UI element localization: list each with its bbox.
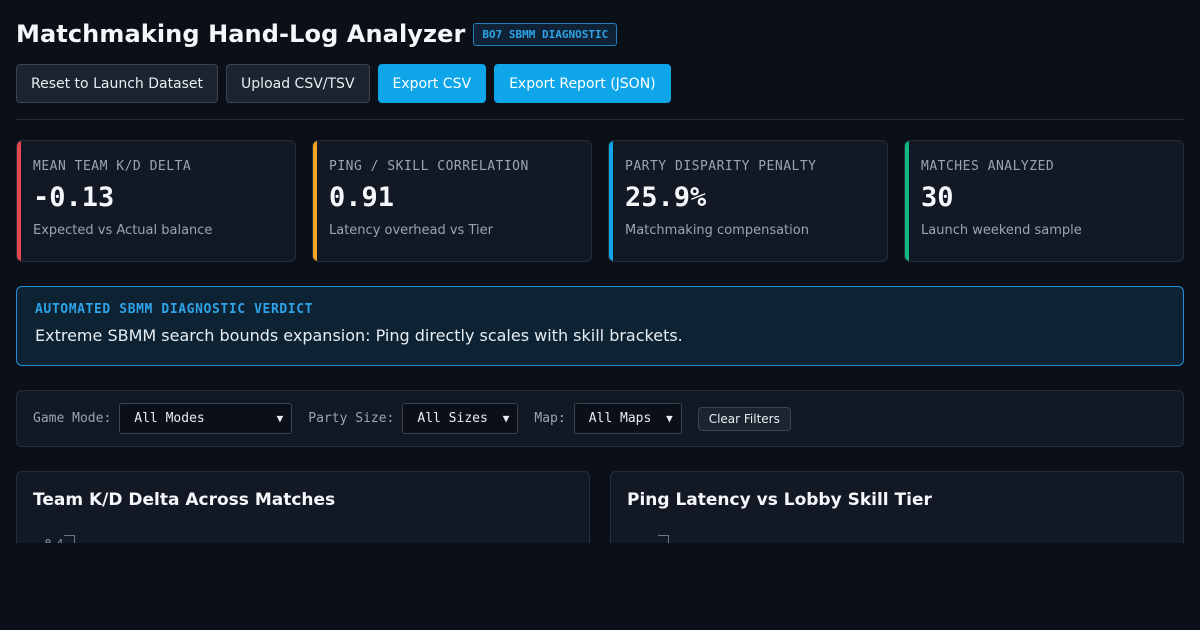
- stat-card-kd-delta: MEAN TEAM K/D DELTA -0.13 Expected vs Ac…: [16, 140, 296, 262]
- stat-cards: MEAN TEAM K/D DELTA -0.13 Expected vs Ac…: [16, 140, 1184, 262]
- upload-csv-button[interactable]: Upload CSV/TSV: [226, 64, 370, 103]
- stat-accent-bar: [17, 141, 21, 261]
- verdict-title: AUTOMATED SBMM DIAGNOSTIC VERDICT: [35, 302, 314, 317]
- stat-accent-bar: [905, 141, 909, 261]
- header-divider: [16, 119, 1184, 120]
- party-size-value: All Sizes: [417, 411, 488, 426]
- map-value: All Maps: [588, 411, 652, 426]
- party-size-label: Party Size:: [308, 411, 395, 426]
- toolbar: Reset to Launch Dataset Upload CSV/TSV E…: [16, 64, 671, 103]
- game-mode-value: All Modes: [134, 411, 205, 426]
- stat-value: -0.13: [33, 182, 115, 213]
- clear-filters-button[interactable]: Clear Filters: [697, 406, 791, 431]
- stat-card-ping-skill: PING / SKILL CORRELATION 0.91 Latency ov…: [312, 140, 592, 262]
- stat-label: PARTY DISPARITY PENALTY: [625, 159, 817, 174]
- stat-value: 25.9%: [625, 182, 707, 213]
- page-header: Matchmaking Hand-Log Analyzer BO7 SBMM D…: [16, 16, 618, 52]
- stat-label: MATCHES ANALYZED: [921, 159, 1055, 174]
- game-mode-label: Game Mode:: [33, 411, 112, 426]
- export-report-button[interactable]: Export Report (JSON): [494, 64, 671, 103]
- chevron-down-icon: ▼: [666, 412, 673, 425]
- stat-subtitle: Expected vs Actual balance: [33, 223, 213, 238]
- export-csv-button[interactable]: Export CSV: [377, 64, 487, 103]
- map-label: Map:: [534, 411, 566, 426]
- stat-accent-bar: [609, 141, 613, 261]
- game-mode-select[interactable]: All Modes ▼: [119, 403, 293, 434]
- kd-delta-chart-title: Team K/D Delta Across Matches: [33, 490, 336, 510]
- stat-value: 30: [921, 182, 954, 213]
- map-select[interactable]: All Maps ▼: [573, 403, 682, 434]
- viewport-cutoff: [0, 543, 1200, 630]
- party-size-select[interactable]: All Sizes ▼: [402, 403, 519, 434]
- chevron-down-icon: ▼: [276, 412, 284, 425]
- page-title: Matchmaking Hand-Log Analyzer: [16, 20, 466, 48]
- verdict-text: Extreme SBMM search bounds expansion: Pi…: [35, 326, 683, 345]
- stat-accent-bar: [313, 141, 317, 261]
- diagnostic-verdict: AUTOMATED SBMM DIAGNOSTIC VERDICT Extrem…: [16, 286, 1184, 366]
- stat-subtitle: Matchmaking compensation: [625, 223, 809, 238]
- stat-subtitle: Latency overhead vs Tier: [329, 223, 493, 238]
- stat-subtitle: Launch weekend sample: [921, 223, 1082, 238]
- stat-label: PING / SKILL CORRELATION: [329, 159, 529, 174]
- reset-dataset-button[interactable]: Reset to Launch Dataset: [16, 64, 219, 103]
- filter-bar: Game Mode: All Modes ▼ Party Size: All S…: [16, 390, 1184, 447]
- stat-label: MEAN TEAM K/D DELTA: [33, 159, 192, 174]
- stat-card-matches: MATCHES ANALYZED 30 Launch weekend sampl…: [904, 140, 1184, 262]
- chevron-down-icon: ▼: [502, 412, 510, 425]
- diagnostic-badge: BO7 SBMM DIAGNOSTIC: [473, 22, 618, 46]
- stat-value: 0.91: [329, 182, 395, 213]
- stat-card-party-penalty: PARTY DISPARITY PENALTY 25.9% Matchmakin…: [608, 140, 888, 262]
- ping-skill-chart-title: Ping Latency vs Lobby Skill Tier: [627, 490, 932, 510]
